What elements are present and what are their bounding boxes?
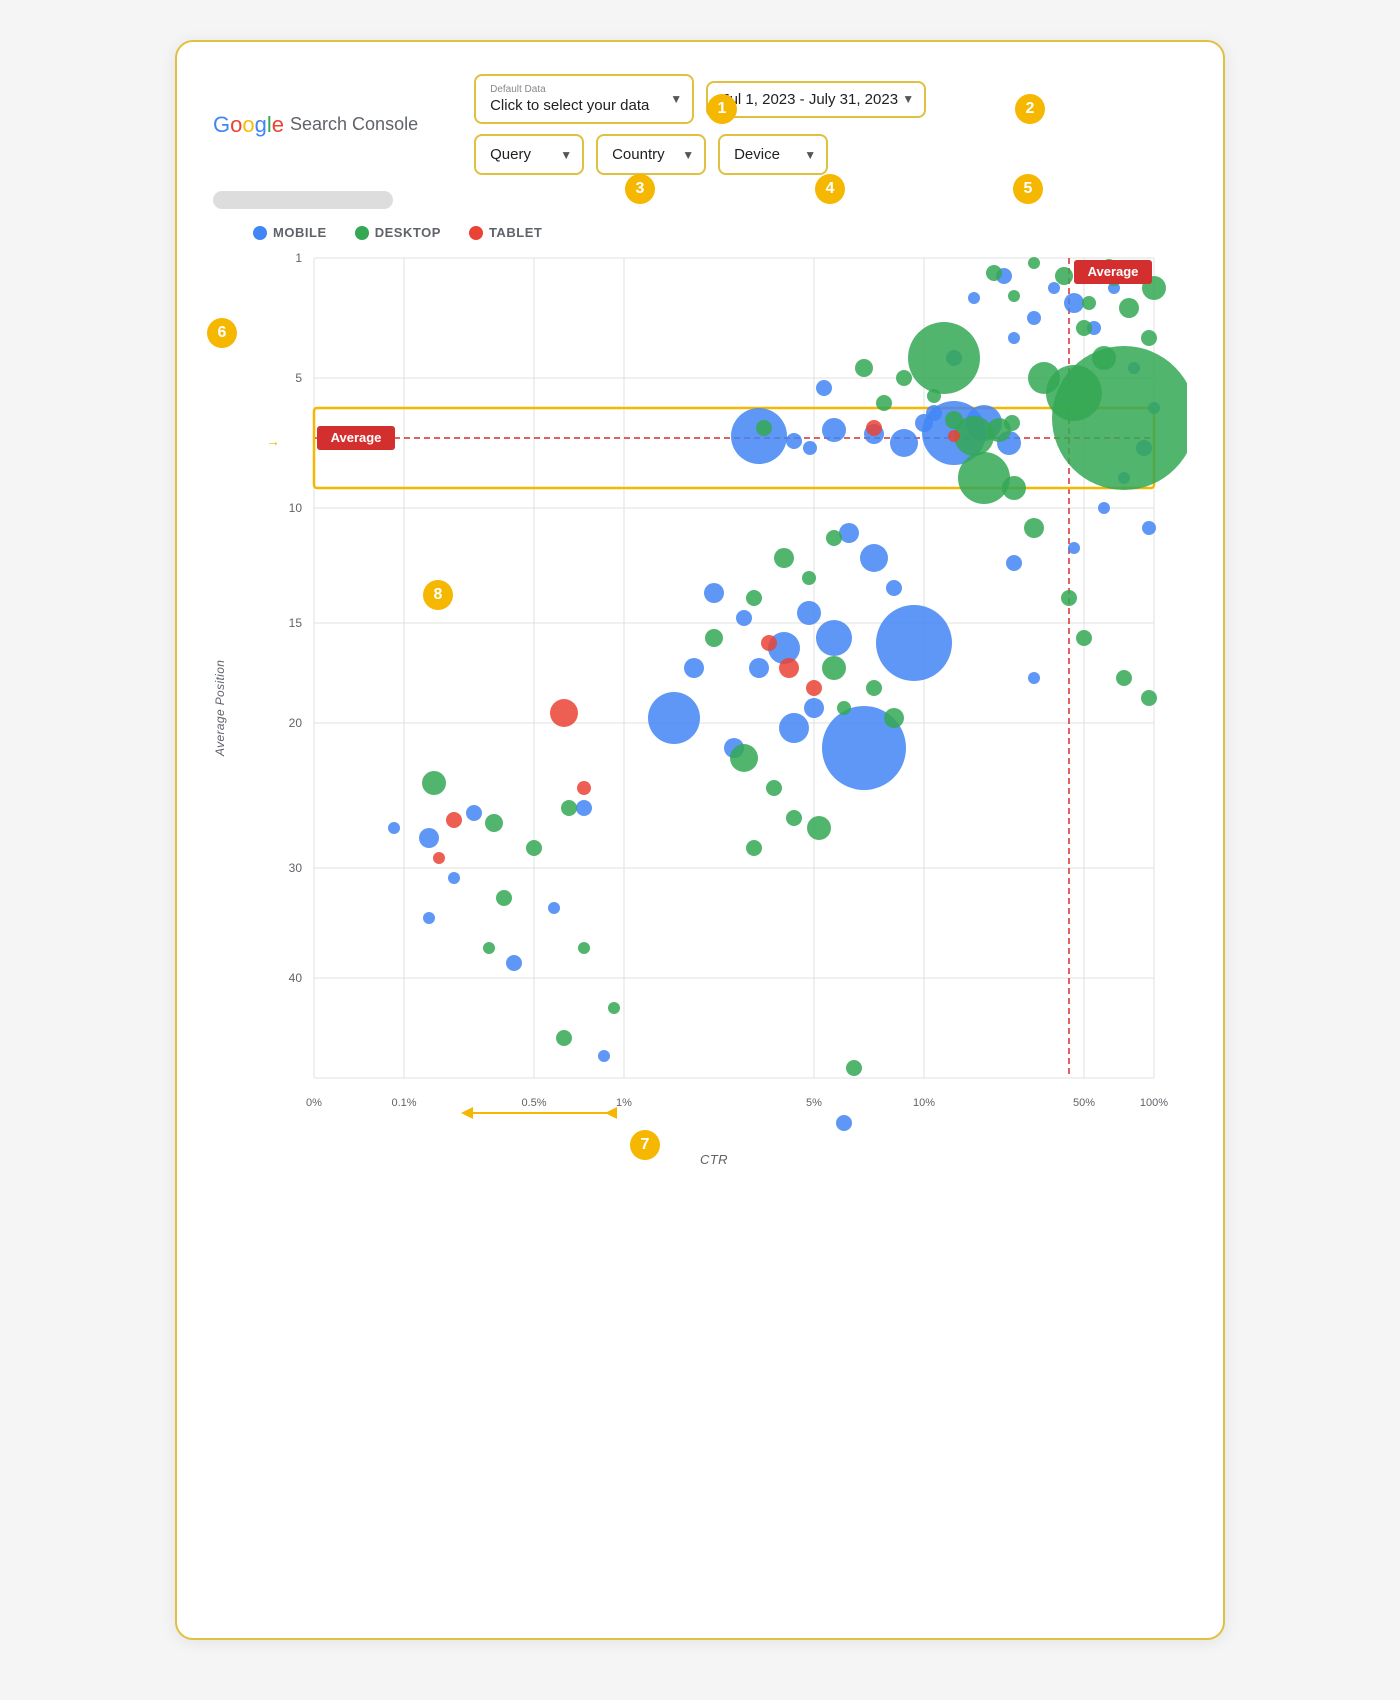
badge-6: 6 xyxy=(207,318,237,348)
tablet-label: TABLET xyxy=(489,225,542,240)
svg-text:→: → xyxy=(266,433,280,449)
svg-text:5%: 5% xyxy=(806,1097,822,1109)
badge-8: 8 xyxy=(423,580,453,610)
date-selector-value: Jul 1, 2023 - July 31, 2023 xyxy=(722,91,898,108)
legend-desktop: DESKTOP xyxy=(355,225,441,240)
svg-text:0%: 0% xyxy=(306,1097,322,1109)
arrow-annotation-7 xyxy=(459,1103,619,1123)
date-selector-arrow: ▼ xyxy=(902,92,914,106)
desktop-label: DESKTOP xyxy=(375,225,441,240)
header-row: Google Search Console Default Data Click… xyxy=(213,74,1187,175)
main-card: 1 2 3 4 5 6 7 8 Google Search Console De… xyxy=(175,40,1225,1640)
badge-5: 5 xyxy=(1013,174,1043,204)
chart-container: 1 5 10 15 20 30 40 0% 0.1% 0.5% 1% 5% 10… xyxy=(241,248,1187,1167)
data-selector-value: Click to select your data xyxy=(490,97,649,114)
data-selector-dropdown[interactable]: Default Data Click to select your data ▼ xyxy=(474,74,694,124)
device-arrow: ▼ xyxy=(804,148,816,162)
logo: Google Search Console xyxy=(213,112,418,138)
svg-text:5: 5 xyxy=(295,371,302,385)
svg-text:Average: Average xyxy=(331,430,382,445)
top-dropdown-row: Default Data Click to select your data ▼… xyxy=(442,74,1187,124)
device-filter-label: Device xyxy=(734,146,780,163)
legend-mobile: MOBILE xyxy=(253,225,327,240)
tablet-dot xyxy=(469,226,483,240)
device-filter-dropdown[interactable]: Device ▼ xyxy=(718,134,828,175)
y-axis-label: Average Position xyxy=(213,248,237,1167)
chart-outer: Average Position xyxy=(213,248,1187,1167)
svg-text:10: 10 xyxy=(289,501,303,515)
logo-text: Google xyxy=(213,112,284,138)
svg-text:30: 30 xyxy=(289,861,303,875)
query-filter-dropdown[interactable]: Query ▼ xyxy=(474,134,584,175)
mobile-label: MOBILE xyxy=(273,225,327,240)
svg-text:1: 1 xyxy=(295,251,302,265)
badge-1: 1 xyxy=(707,94,737,124)
svg-text:Average: Average xyxy=(1088,264,1139,279)
legend-row: MOBILE DESKTOP TABLET xyxy=(253,225,1187,240)
svg-text:15: 15 xyxy=(289,616,303,630)
query-filter-label: Query xyxy=(490,146,531,163)
country-filter-label: Country xyxy=(612,146,665,163)
chart-svg: 1 5 10 15 20 30 40 0% 0.1% 0.5% 1% 5% 10… xyxy=(241,248,1187,1148)
data-selector-arrow: ▼ xyxy=(670,92,682,106)
header-dropdowns: Default Data Click to select your data ▼… xyxy=(442,74,1187,175)
badge-2: 2 xyxy=(1015,94,1045,124)
svg-text:50%: 50% xyxy=(1073,1097,1095,1109)
svg-text:0.1%: 0.1% xyxy=(391,1097,416,1109)
desktop-dot xyxy=(355,226,369,240)
app-subtitle: Search Console xyxy=(290,114,418,135)
badge-3: 3 xyxy=(625,174,655,204)
search-bar-placeholder xyxy=(213,191,393,209)
svg-text:20: 20 xyxy=(289,716,303,730)
data-selector-label: Default Data xyxy=(490,84,546,95)
filter-dropdown-row: Query ▼ Country ▼ Device ▼ xyxy=(442,134,1187,175)
svg-text:10%: 10% xyxy=(913,1097,935,1109)
mobile-dot xyxy=(253,226,267,240)
country-filter-dropdown[interactable]: Country ▼ xyxy=(596,134,706,175)
svg-text:40: 40 xyxy=(289,971,303,985)
badge-4: 4 xyxy=(815,174,845,204)
badge-7: 7 xyxy=(630,1130,660,1160)
query-arrow: ▼ xyxy=(560,148,572,162)
country-arrow: ▼ xyxy=(682,148,694,162)
svg-text:100%: 100% xyxy=(1140,1097,1168,1109)
date-selector-dropdown[interactable]: Jul 1, 2023 - July 31, 2023 ▼ xyxy=(706,81,926,118)
legend-tablet: TABLET xyxy=(469,225,542,240)
x-axis-label: CTR xyxy=(241,1152,1187,1167)
